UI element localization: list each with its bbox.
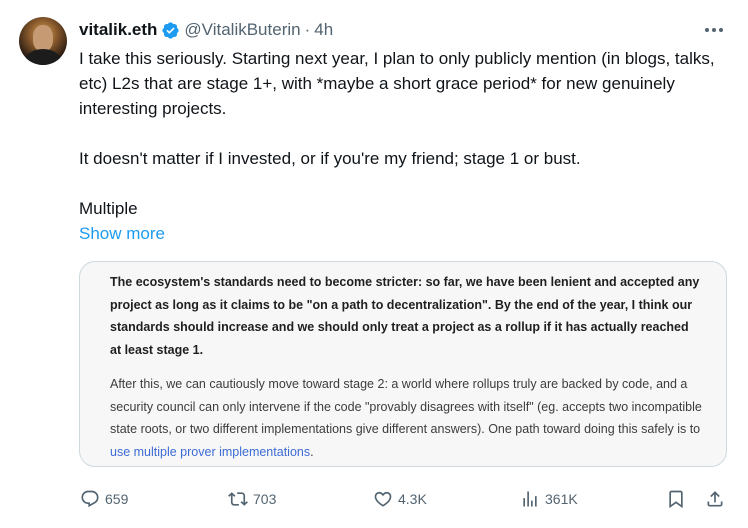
share-icon [707, 491, 723, 507]
reply-icon [81, 490, 99, 508]
author-handle[interactable]: @VitalikButerin [184, 20, 300, 40]
separator-dot: · [304, 20, 311, 39]
tweet-text: I take this seriously. Starting next yea… [79, 46, 729, 221]
tweet-timestamp[interactable]: 4h [314, 20, 333, 40]
author-name[interactable]: vitalik.eth [79, 20, 157, 40]
quoted-image-card[interactable]: The ecosystem's standards need to become… [79, 261, 727, 467]
heart-icon [374, 491, 392, 507]
bookmark-button[interactable] [666, 485, 686, 513]
like-count: 4.3K [398, 491, 427, 507]
author-avatar[interactable] [19, 17, 67, 65]
show-more-link[interactable]: Show more [79, 221, 165, 246]
tweet-header: vitalik.eth @VitalikButerin · 4h [79, 19, 333, 41]
views-button[interactable]: 361K [520, 485, 578, 513]
like-button[interactable]: 4.3K [373, 485, 427, 513]
card-link-text: use multiple prover implementations [110, 444, 311, 459]
verified-badge-icon [162, 21, 180, 39]
tweet-paragraph: It doesn't matter if I invested, or if y… [79, 149, 581, 168]
tweet-paragraph: Multiple [79, 199, 138, 218]
retweet-count: 703 [253, 491, 277, 507]
tweet-actions-bar: 659 703 4.3K 361K [0, 485, 748, 513]
card-body-text: After this, we can cautiously move towar… [110, 373, 705, 463]
card-body-text-end: . [310, 444, 314, 459]
retweet-icon [228, 492, 248, 506]
more-options-icon[interactable] [700, 20, 728, 40]
bookmark-icon [669, 490, 683, 509]
card-bold-text: The ecosystem's standards need to become… [110, 275, 700, 357]
reply-button[interactable]: 659 [80, 485, 128, 513]
card-body-text-main: After this, we can cautiously move towar… [110, 377, 702, 436]
views-icon [523, 491, 537, 507]
tweet-paragraph: I take this seriously. Starting next yea… [79, 49, 715, 118]
share-button[interactable] [705, 485, 725, 513]
retweet-button[interactable]: 703 [228, 485, 276, 513]
reply-count: 659 [105, 491, 129, 507]
views-count: 361K [545, 491, 578, 507]
